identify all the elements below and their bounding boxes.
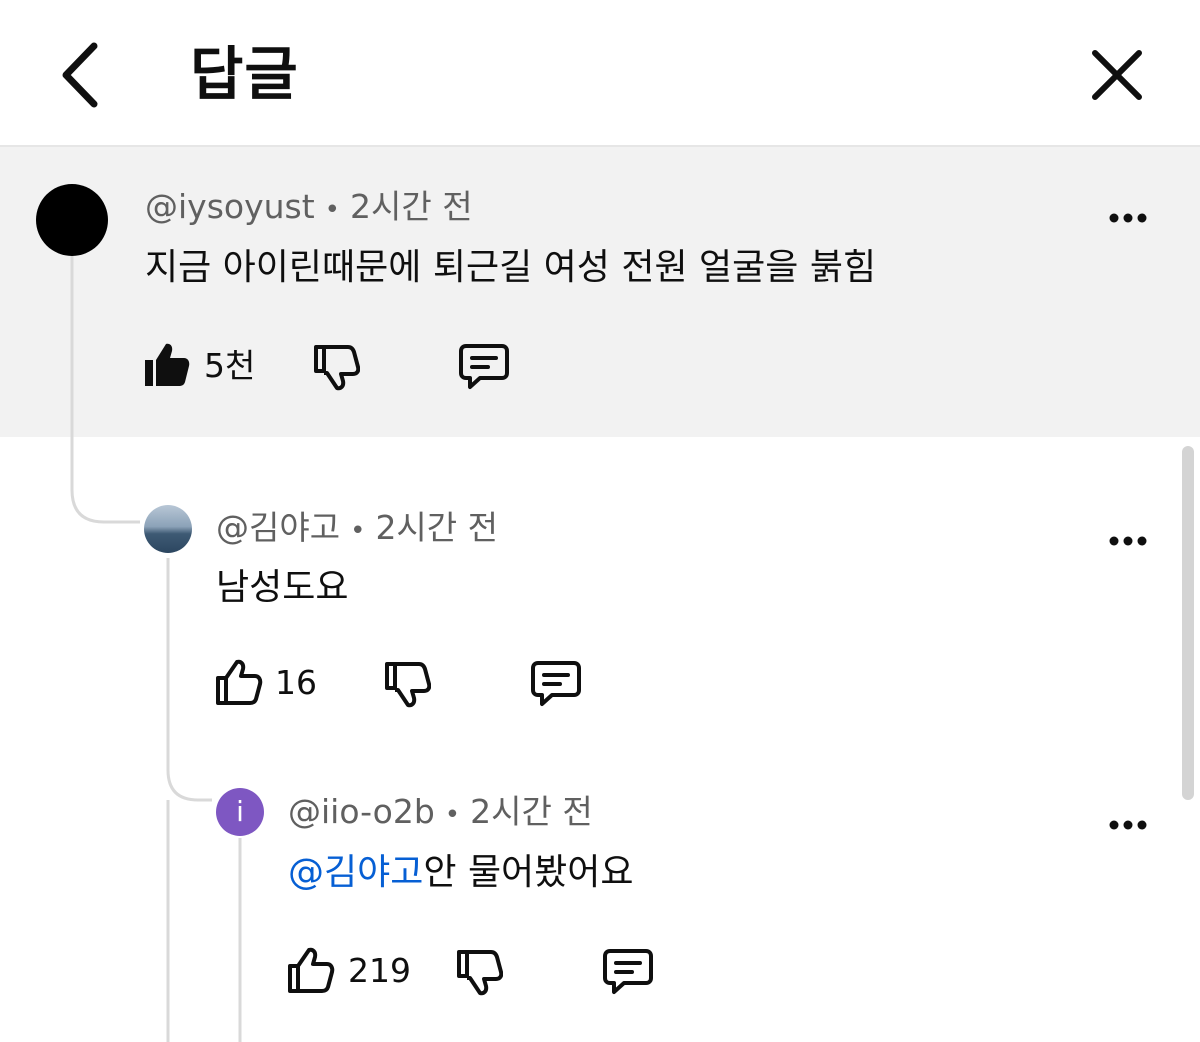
comment-meta: @iysoyust • 2시간 전 bbox=[145, 187, 473, 230]
thumbs-up-filled-icon bbox=[145, 343, 190, 386]
avatar-letter: i bbox=[236, 795, 244, 828]
like-button[interactable] bbox=[214, 657, 264, 711]
thumbs-down-icon bbox=[314, 345, 361, 391]
dislike-button[interactable] bbox=[383, 660, 432, 712]
comment-meta: @iio-o2b • 2시간 전 bbox=[288, 792, 593, 835]
author-handle[interactable]: @iysoyust bbox=[145, 187, 315, 226]
thumbs-down-icon bbox=[385, 662, 432, 708]
avatar[interactable]: i bbox=[216, 788, 264, 836]
timestamp: 2시간 전 bbox=[375, 508, 499, 547]
timestamp: 2시간 전 bbox=[470, 792, 593, 831]
more-dots-icon bbox=[1109, 536, 1147, 546]
comment-text: 남성도요 bbox=[216, 567, 349, 608]
thumbs-up-icon bbox=[288, 947, 335, 993]
more-options-button[interactable] bbox=[1108, 210, 1148, 226]
meta-separator: • bbox=[444, 800, 461, 830]
thumbs-down-icon bbox=[457, 950, 504, 996]
reply-button[interactable] bbox=[458, 343, 510, 395]
reply-button[interactable] bbox=[602, 948, 654, 1000]
meta-separator: • bbox=[350, 516, 366, 546]
more-options-button[interactable] bbox=[1108, 533, 1148, 549]
comment-text: @김야고안 물어봤어요 bbox=[288, 851, 634, 895]
avatar[interactable] bbox=[36, 184, 108, 256]
like-count: 16 bbox=[275, 663, 317, 702]
dislike-button[interactable] bbox=[312, 343, 361, 395]
comment-bubble-icon bbox=[531, 661, 581, 706]
like-count: 219 bbox=[348, 951, 411, 990]
comment-body: 안 물어봤어요 bbox=[423, 852, 634, 893]
more-options-button[interactable] bbox=[1108, 817, 1148, 833]
like-button[interactable] bbox=[142, 340, 192, 394]
author-handle[interactable]: @iio-o2b bbox=[288, 792, 435, 831]
thumbs-up-icon bbox=[216, 659, 263, 705]
comment-text: 지금 아이린때문에 퇴근길 여성 전원 얼굴을 붉힘 bbox=[145, 247, 877, 288]
like-count: 5천 bbox=[204, 346, 256, 385]
comment-bubble-icon bbox=[459, 344, 509, 389]
timestamp: 2시간 전 bbox=[350, 187, 473, 226]
avatar[interactable] bbox=[144, 505, 192, 553]
mention-link[interactable]: @김야고 bbox=[288, 852, 423, 893]
dislike-button[interactable] bbox=[455, 948, 504, 1000]
more-dots-icon bbox=[1109, 820, 1147, 830]
comment-bubble-icon bbox=[603, 949, 653, 994]
author-handle[interactable]: @김야고 bbox=[216, 508, 340, 547]
more-dots-icon bbox=[1109, 213, 1147, 223]
reply-button[interactable] bbox=[530, 660, 582, 712]
meta-separator: • bbox=[324, 195, 341, 225]
like-button[interactable] bbox=[286, 945, 336, 999]
comment-meta: @김야고 • 2시간 전 bbox=[216, 508, 498, 551]
scrollbar[interactable] bbox=[1182, 446, 1194, 800]
